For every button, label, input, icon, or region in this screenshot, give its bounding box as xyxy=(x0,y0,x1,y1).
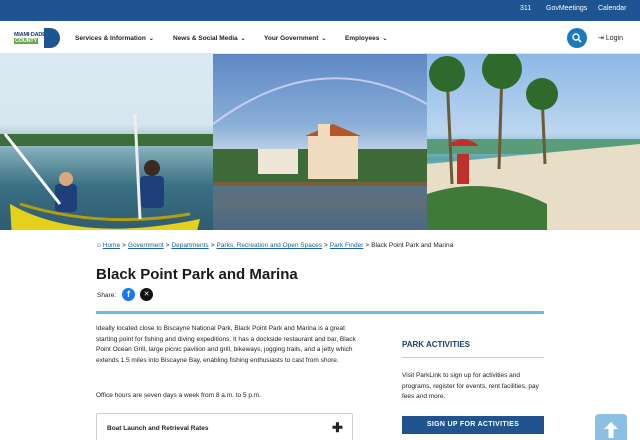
breadcrumb-government[interactable]: Government xyxy=(128,242,164,249)
main-nav: MIAMI·DADE COUNTY Services & Information… xyxy=(0,21,640,54)
accordion-label: Boat Launch and Retrieval Rates xyxy=(107,425,209,432)
page-title: Black Point Park and Marina xyxy=(96,266,298,283)
search-button[interactable] xyxy=(567,28,587,48)
nav-news[interactable]: News & Social Media ⌄ xyxy=(173,35,246,42)
utility-link-311[interactable]: 311 xyxy=(520,5,531,12)
chevron-down-icon: ⌄ xyxy=(148,36,154,42)
breadcrumb: ⌂ Home > Government > Departments > Parks, Rec… xyxy=(97,242,453,249)
facebook-icon[interactable]: f xyxy=(122,288,135,301)
hero-banner xyxy=(0,54,640,230)
arrow-up-icon xyxy=(604,422,618,438)
chevron-down-icon: ⌄ xyxy=(382,36,388,42)
utility-link-govmeetings[interactable]: GovMeetings xyxy=(546,5,587,12)
share-label: Share: xyxy=(97,292,117,299)
home-icon: ⌂ xyxy=(97,242,101,249)
hero-photo-mansion xyxy=(213,54,427,230)
nav-employees-label: Employees xyxy=(345,35,380,42)
login-link[interactable]: ⇥ Login xyxy=(598,34,623,42)
logo-line2: COUNTY xyxy=(14,38,39,44)
chevron-down-icon: ⌄ xyxy=(321,36,327,42)
park-activities-text: Visit ParkLink to sign up for activities… xyxy=(402,372,539,400)
nav-services-label: Services & Information xyxy=(75,35,146,42)
search-icon xyxy=(572,33,582,43)
park-activities-heading: PARK ACTIVITIES xyxy=(402,340,471,349)
breadcrumb-departments[interactable]: Departments xyxy=(171,242,208,249)
breadcrumb-separator: > xyxy=(324,242,328,249)
breadcrumb-parks[interactable]: Parks, Recreation and Open Spaces xyxy=(216,242,322,249)
x-icon[interactable]: ✕ xyxy=(140,288,153,301)
logo-mark xyxy=(44,28,60,48)
boat-launch-rates-accordion[interactable]: Boat Launch and Retrieval Rates ✚ xyxy=(96,413,353,440)
nav-services[interactable]: Services & Information ⌄ xyxy=(75,35,154,42)
breadcrumb-separator: > xyxy=(210,242,215,249)
nav-employees[interactable]: Employees ⌄ xyxy=(345,35,387,42)
breadcrumb-home[interactable]: Home xyxy=(103,242,120,249)
hero-photo-beach xyxy=(427,54,640,230)
chevron-down-icon: ⌄ xyxy=(240,36,246,42)
county-logo[interactable]: MIAMI·DADE COUNTY xyxy=(14,28,60,49)
user-icon: ⇥ xyxy=(598,35,604,42)
title-divider xyxy=(96,311,544,314)
breadcrumb-separator: > xyxy=(122,242,126,249)
nav-news-label: News & Social Media xyxy=(173,35,238,42)
office-hours: Office hours are seven days a week from … xyxy=(96,392,261,399)
breadcrumb-park-finder[interactable]: Park Finder xyxy=(330,242,364,249)
breadcrumb-separator: > xyxy=(165,242,170,249)
sidebar-divider xyxy=(402,357,544,358)
utility-link-calendar[interactable]: Calendar xyxy=(598,5,626,12)
login-label: Login xyxy=(605,35,624,42)
logo-text: MIAMI·DADE COUNTY xyxy=(14,32,46,44)
nav-government-label: Your Government xyxy=(264,35,319,42)
back-to-top-button[interactable] xyxy=(595,414,627,440)
breadcrumb-separator: > xyxy=(365,242,370,249)
nav-government[interactable]: Your Government ⌄ xyxy=(264,35,326,42)
sign-up-button[interactable]: SIGN UP FOR ACTIVITIES xyxy=(402,416,544,434)
plus-icon: ✚ xyxy=(332,420,343,435)
park-description: Ideally located close to Biscayne Nation… xyxy=(96,325,356,364)
breadcrumb-current: Black Point Park and Marina xyxy=(371,242,454,249)
utility-bar: 311 GovMeetings Calendar xyxy=(0,0,640,21)
hero-photo-kayakers xyxy=(0,54,213,230)
